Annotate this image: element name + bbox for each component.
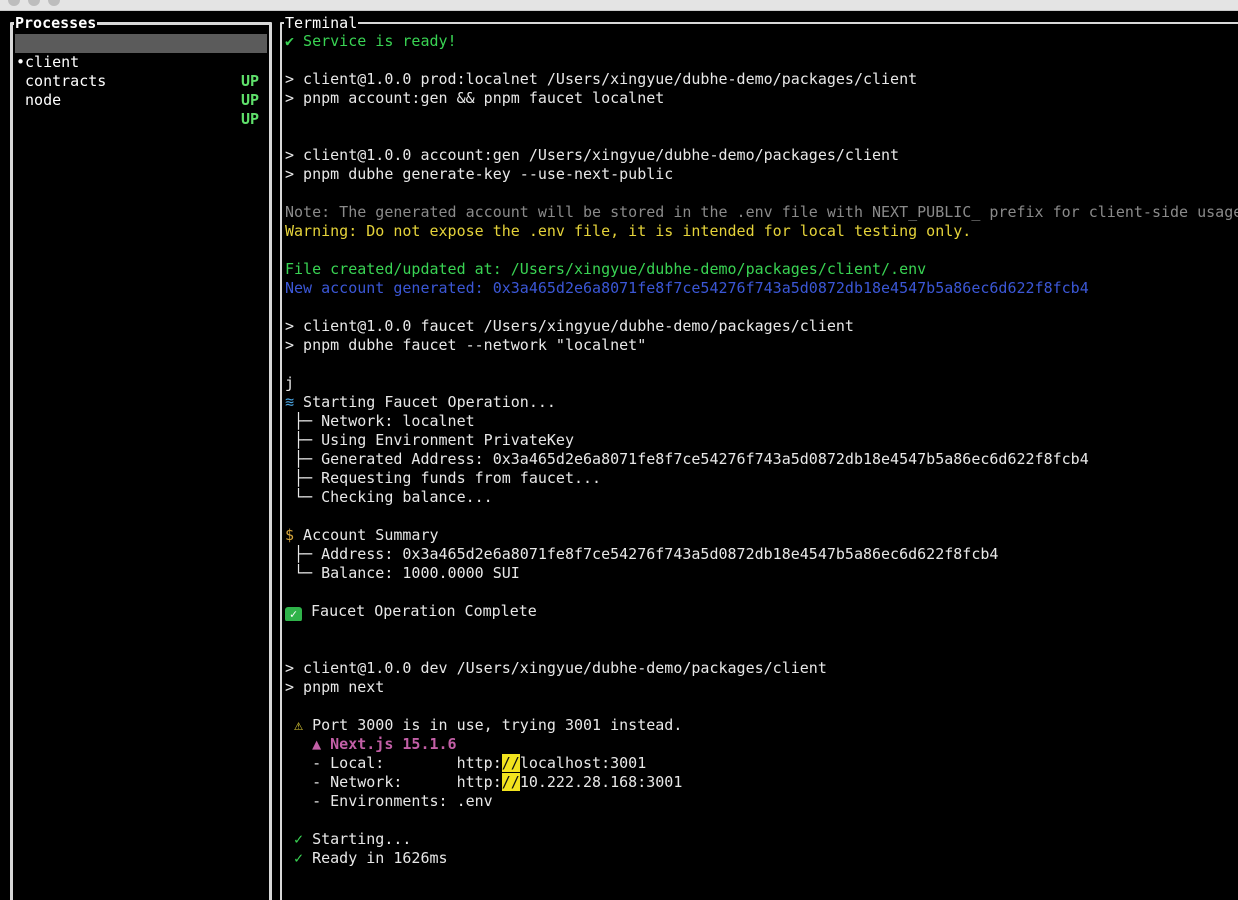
process-item-client[interactable]: •client UP <box>15 34 267 90</box>
terminal-line-text: Ready in 1626ms <box>303 849 448 867</box>
wave-icon: ≋ <box>285 393 295 411</box>
terminal-line: ├─ Using Environment PrivateKey <box>285 431 574 449</box>
terminal-line: - Local: http://localhost:3001 <box>285 754 1238 773</box>
terminal-line: - Network: http://10.222.28.168:3001 <box>285 773 1238 792</box>
network-url-host[interactable]: 10.222.28.168:3001 <box>520 773 683 791</box>
nextjs-version-line: ▲ Next.js 15.1.6 <box>285 735 457 753</box>
window-titlebar <box>0 0 1238 11</box>
close-window-icon[interactable] <box>8 0 20 6</box>
terminal-line: ≋ Starting Faucet Operation... <box>285 393 1238 412</box>
terminal-line: > client@1.0.0 dev /Users/xingyue/dubhe-… <box>285 659 827 677</box>
process-item-contracts[interactable]: contracts UP <box>15 53 267 109</box>
minimize-window-icon[interactable] <box>28 0 40 6</box>
terminal-line: > pnpm next <box>285 678 385 696</box>
terminal-line: > pnpm dubhe faucet --network "localnet" <box>285 336 647 354</box>
terminal-line: ├─ Address: 0x3a465d2e6a8071fe8f7ce54276… <box>285 545 999 563</box>
local-url-label: - Local: http: <box>285 754 502 772</box>
process-item-node[interactable]: node UP <box>15 72 267 128</box>
terminal-line: > client@1.0.0 prod:localnet /Users/xing… <box>285 70 918 88</box>
terminal-line: > pnpm dubhe generate-key --use-next-pub… <box>285 165 674 183</box>
terminal-line: > client@1.0.0 account:gen /Users/xingyu… <box>285 146 900 164</box>
terminal-line-text: Starting... <box>303 830 412 848</box>
terminal-line: ✔ Service is ready! <box>285 32 457 50</box>
terminal-panel[interactable]: Terminal ✔ Service is ready! > client@1.… <box>280 14 1238 900</box>
url-highlight: // <box>501 773 520 791</box>
check-icon: ✓ <box>294 830 304 848</box>
processes-panel: Processes •client UP contracts UP node U… <box>10 14 272 900</box>
terminal-output[interactable]: ✔ Service is ready! > client@1.0.0 prod:… <box>285 32 1238 868</box>
process-status-badge: UP <box>240 91 259 109</box>
terminal-new-account-line: New account generated: 0x3a465d2e6a8071f… <box>285 279 1089 297</box>
network-url-label: - Network: http: <box>285 773 502 791</box>
local-url-host[interactable]: localhost:3001 <box>520 754 646 772</box>
terminal-line-text: Starting Faucet Operation... <box>294 393 556 411</box>
terminal-line-text: Port 3000 is in use, trying 3001 instead… <box>303 716 683 734</box>
terminal-line: ├─ Network: localnet <box>285 412 475 430</box>
terminal-file-created-line: File created/updated at: /Users/xingyue/… <box>285 260 927 278</box>
terminal-line: ✓ Ready in 1626ms <box>285 849 1238 868</box>
terminal-line-text: Faucet Operation Complete <box>302 602 537 620</box>
process-name: node <box>16 91 62 109</box>
warning-icon: ⚠ <box>294 716 304 734</box>
terminal-line: ⚠ Port 3000 is in use, trying 3001 inste… <box>285 716 1238 735</box>
terminal-line: j <box>285 374 295 392</box>
terminal-line: ├─ Requesting funds from faucet... <box>285 469 602 487</box>
terminal-line: ├─ Generated Address: 0x3a465d2e6a8071fe… <box>285 450 1089 468</box>
terminal-line: ✓ Starting... <box>285 830 1238 849</box>
processes-panel-title: Processes <box>14 14 98 32</box>
url-highlight: // <box>501 754 520 772</box>
money-bag-icon: $ <box>285 526 295 544</box>
terminal-line: > client@1.0.0 faucet /Users/xingyue/dub… <box>285 317 854 335</box>
process-status-badge: UP <box>240 110 259 128</box>
terminal-line-text: Account Summary <box>294 526 439 544</box>
terminal-line: $ Account Summary <box>285 526 1238 545</box>
terminal-note-line: Note: The generated account will be stor… <box>285 203 1238 221</box>
terminal-line: └─ Balance: 1000.0000 SUI <box>285 564 520 582</box>
terminal-line: └─ Checking balance... <box>285 488 493 506</box>
zoom-window-icon[interactable] <box>48 0 60 6</box>
process-list: •client UP contracts UP node UP <box>15 34 267 128</box>
terminal-line: - Environments: .env <box>285 792 493 810</box>
terminal-line: ✓ Faucet Operation Complete <box>285 602 1238 621</box>
check-icon: ✓ <box>294 849 304 867</box>
terminal-panel-title: Terminal <box>284 14 359 32</box>
terminal-warning-line: Warning: Do not expose the .env file, it… <box>285 222 972 240</box>
terminal-line: > pnpm account:gen && pnpm faucet localn… <box>285 89 665 107</box>
check-mark-button-icon: ✓ <box>285 607 302 621</box>
